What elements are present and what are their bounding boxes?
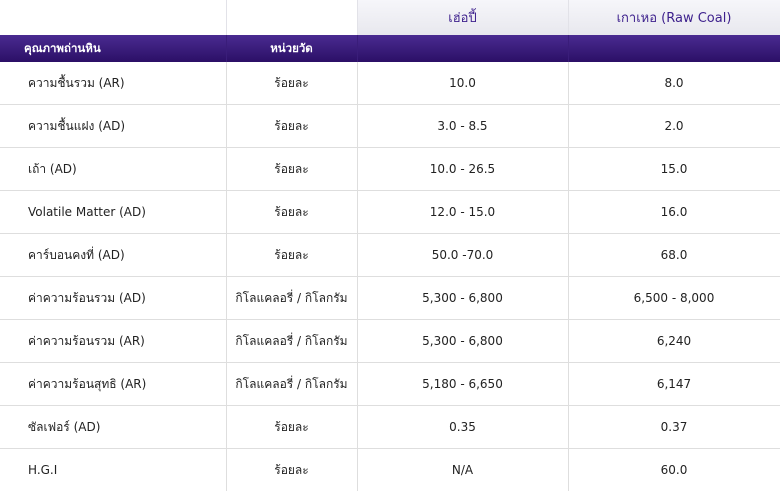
row-unit-cell: ร้อยละ (226, 148, 357, 191)
table-row: ซัลเฟอร์ (AD)ร้อยละ0.350.37 (0, 406, 780, 449)
row-unit-cell: ร้อยละ (226, 234, 357, 277)
column-header-unit: หน่วยวัด (226, 35, 357, 62)
row-name-cell: ค่าความร้อนรวม (AD) (0, 277, 226, 320)
row-unit-cell: กิโลแคลอรี่ / กิโลกรัม (226, 363, 357, 406)
row-unit-cell: กิโลแคลอรี่ / กิโลกรัม (226, 277, 357, 320)
table-row: คาร์บอนคงที่ (AD)ร้อยละ50.0 -70.068.0 (0, 234, 780, 277)
row-heo-pee-cell: 5,180 - 6,650 (357, 363, 568, 406)
row-name-cell: ความชื้นแฝง (AD) (0, 105, 226, 148)
row-name-cell: H.G.I (0, 449, 226, 491)
column-header-heo-pee: เฮ่อปี้ (357, 0, 568, 35)
row-unit-cell: ร้อยละ (226, 191, 357, 234)
table-row: ค่าความร้อนรวม (AR)กิโลแคลอรี่ / กิโลกรั… (0, 320, 780, 363)
row-heo-pee-cell: 5,300 - 6,800 (357, 277, 568, 320)
row-raw-coal-cell: 68.0 (568, 234, 780, 277)
header-bar-cell (568, 35, 780, 62)
table-row: Volatile Matter (AD)ร้อยละ12.0 - 15.016.… (0, 191, 780, 234)
row-raw-coal-cell: 8.0 (568, 62, 780, 105)
row-heo-pee-cell: 10.0 (357, 62, 568, 105)
header-bar-cell (357, 35, 568, 62)
row-name-cell: ค่าความร้อนสุทธิ (AR) (0, 363, 226, 406)
row-raw-coal-cell: 15.0 (568, 148, 780, 191)
row-raw-coal-cell: 0.37 (568, 406, 780, 449)
row-heo-pee-cell: 12.0 - 15.0 (357, 191, 568, 234)
row-heo-pee-cell: 0.35 (357, 406, 568, 449)
row-raw-coal-cell: 2.0 (568, 105, 780, 148)
column-header-raw-coal: เกาเหอ (Raw Coal) (568, 0, 780, 35)
row-unit-cell: ร้อยละ (226, 62, 357, 105)
row-name-cell: เถ้า (AD) (0, 148, 226, 191)
table-row: H.G.Iร้อยละN/A60.0 (0, 449, 780, 491)
table-row: ค่าความร้อนรวม (AD)กิโลแคลอรี่ / กิโลกรั… (0, 277, 780, 320)
column-header-quality: คุณภาพถ่านหิน (0, 35, 226, 62)
row-name-cell: ความชื้นรวม (AR) (0, 62, 226, 105)
header-row-bar: คุณภาพถ่านหิน หน่วยวัด (0, 35, 780, 62)
coal-quality-table: เฮ่อปี้ เกาเหอ (Raw Coal) คุณภาพถ่านหิน … (0, 0, 780, 491)
row-heo-pee-cell: 10.0 - 26.5 (357, 148, 568, 191)
table-row: ค่าความร้อนสุทธิ (AR)กิโลแคลอรี่ / กิโลก… (0, 363, 780, 406)
row-heo-pee-cell: 3.0 - 8.5 (357, 105, 568, 148)
table-body: ความชื้นรวม (AR)ร้อยละ10.08.0ความชื้นแฝง… (0, 62, 780, 491)
row-heo-pee-cell: 5,300 - 6,800 (357, 320, 568, 363)
row-unit-cell: กิโลแคลอรี่ / กิโลกรัม (226, 320, 357, 363)
table-row: เถ้า (AD)ร้อยละ10.0 - 26.515.0 (0, 148, 780, 191)
header-blank-cell (0, 0, 226, 35)
row-raw-coal-cell: 16.0 (568, 191, 780, 234)
row-raw-coal-cell: 6,500 - 8,000 (568, 277, 780, 320)
header-row-top: เฮ่อปี้ เกาเหอ (Raw Coal) (0, 0, 780, 35)
row-name-cell: ค่าความร้อนรวม (AR) (0, 320, 226, 363)
row-heo-pee-cell: 50.0 -70.0 (357, 234, 568, 277)
row-name-cell: คาร์บอนคงที่ (AD) (0, 234, 226, 277)
row-unit-cell: ร้อยละ (226, 449, 357, 491)
row-heo-pee-cell: N/A (357, 449, 568, 491)
row-raw-coal-cell: 6,147 (568, 363, 780, 406)
table-row: ความชื้นรวม (AR)ร้อยละ10.08.0 (0, 62, 780, 105)
table-row: ความชื้นแฝง (AD)ร้อยละ3.0 - 8.52.0 (0, 105, 780, 148)
row-raw-coal-cell: 60.0 (568, 449, 780, 491)
header-blank-cell (226, 0, 357, 35)
row-name-cell: ซัลเฟอร์ (AD) (0, 406, 226, 449)
row-unit-cell: ร้อยละ (226, 105, 357, 148)
row-name-cell: Volatile Matter (AD) (0, 191, 226, 234)
row-unit-cell: ร้อยละ (226, 406, 357, 449)
row-raw-coal-cell: 6,240 (568, 320, 780, 363)
